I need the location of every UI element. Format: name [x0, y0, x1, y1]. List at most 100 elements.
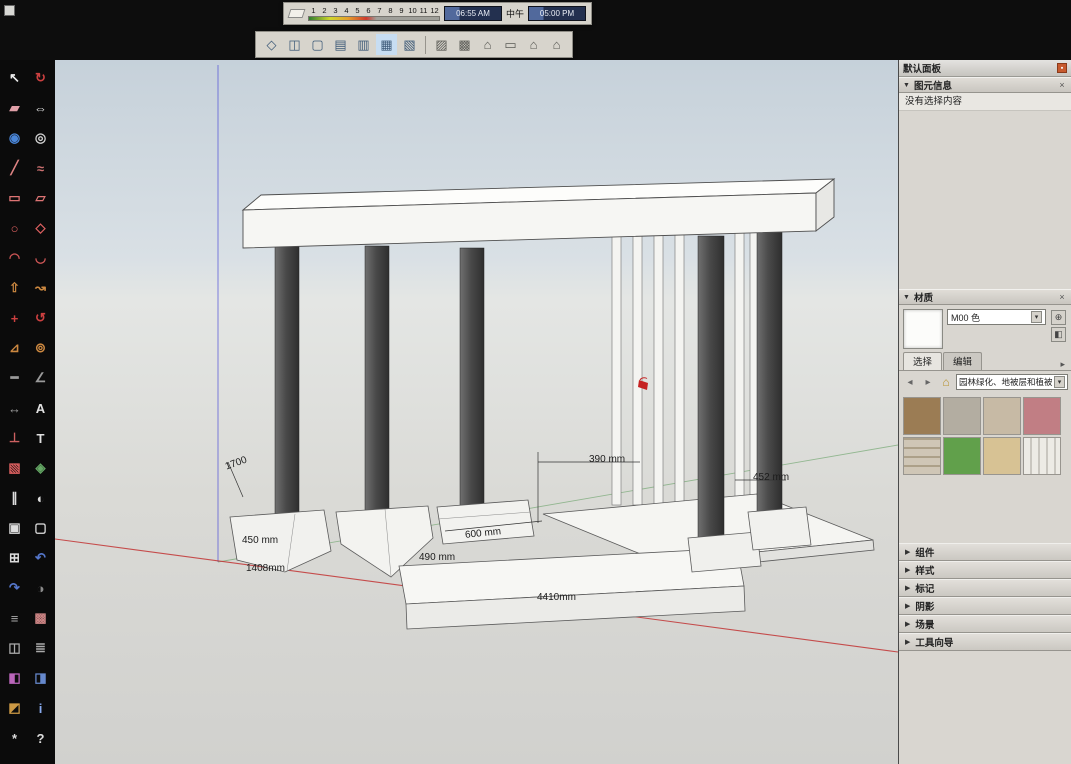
previous-view-tool[interactable]: ↶ [28, 543, 54, 573]
swatch-gravel-brown[interactable] [903, 397, 941, 435]
expand-arrow-icon: ▶ [905, 548, 910, 556]
section-plane-icon[interactable]: ▨ [431, 34, 452, 55]
swatch-fence-white[interactable] [1023, 437, 1061, 475]
text-tool[interactable]: A [28, 393, 54, 423]
protractor-tool[interactable]: ∠ [28, 363, 54, 393]
help-tool[interactable]: ? [28, 723, 54, 753]
dimension-tool[interactable]: ↔ [2, 393, 28, 423]
tab-select[interactable]: 选择 [903, 352, 942, 370]
zoom-extents-tool[interactable]: ▢ [28, 513, 54, 543]
components-panel-tool[interactable]: ◩ [2, 693, 28, 723]
close-icon[interactable]: × [1057, 80, 1067, 90]
next-view-tool[interactable]: ↷ [2, 573, 28, 603]
tray-section-header[interactable]: ▶ 工具向导 [899, 633, 1071, 651]
preferences-tool[interactable]: * [2, 723, 28, 753]
zoom-window-tool[interactable]: ⊞ [2, 543, 28, 573]
pie-tool[interactable]: ◡ [28, 243, 54, 273]
in-model-home-icon[interactable]: ⌂ [938, 374, 954, 390]
material-name-field[interactable]: M00 色 ▾ [947, 309, 1046, 325]
orbit-tool[interactable]: ↻ [28, 63, 54, 93]
tray-pin-button[interactable]: ▪ [1057, 63, 1067, 73]
front-view-icon[interactable]: ⌂ [523, 34, 544, 55]
xray-box-icon[interactable]: ◇ [261, 34, 282, 55]
polygon-tool[interactable]: ◇ [28, 213, 54, 243]
swatch-gravel-gray[interactable] [943, 397, 981, 435]
iso-view-icon[interactable]: ⌂ [477, 34, 498, 55]
circle-tool[interactable]: ○ [2, 213, 28, 243]
rotate-tool[interactable]: ↺ [28, 303, 54, 333]
back-view-icon[interactable]: ⌂ [546, 34, 567, 55]
time-end-slider[interactable]: 05:00 PM [528, 6, 586, 21]
swatch-stone-pink[interactable] [1023, 397, 1061, 435]
wireframe-box-icon[interactable]: ▢ [307, 34, 328, 55]
swatch-pebbles[interactable] [983, 397, 1021, 435]
expand-arrow-icon: ▶ [905, 602, 910, 610]
look-around-tool[interactable]: ◐ [28, 483, 54, 513]
fog-tool[interactable]: ≡ [2, 603, 28, 633]
layers-tool[interactable]: ≣ [28, 633, 54, 663]
eraser-tool[interactable]: ▰ [2, 93, 28, 123]
rotated-rectangle-tool[interactable]: ▱ [28, 183, 54, 213]
textured-box-icon[interactable]: ▦ [376, 34, 397, 55]
top-view-icon[interactable]: ▭ [500, 34, 521, 55]
walk-tool[interactable]: ∥ [2, 483, 28, 513]
pan-tool[interactable]: ⇔ [28, 93, 54, 123]
chevron-down-icon[interactable]: ▾ [1031, 311, 1042, 323]
tray-section-header[interactable]: ▶ 组件 [899, 543, 1071, 561]
eraser-icon[interactable] [288, 9, 306, 18]
time-start-slider[interactable]: 06:55 AM [444, 6, 502, 21]
scale-tool[interactable]: ⊿ [2, 333, 28, 363]
tape-measure-tool[interactable]: ━ [2, 363, 28, 393]
month-slider[interactable]: 123456789101112 [308, 5, 440, 22]
freehand-tool[interactable]: ≈ [28, 153, 54, 183]
add-location-tool[interactable]: ◈ [28, 453, 54, 483]
arc-tool[interactable]: ◠ [2, 243, 28, 273]
shaded-box-icon[interactable]: ▥ [353, 34, 374, 55]
tab-edit[interactable]: 编辑 [943, 352, 982, 370]
swatch-brick[interactable] [903, 437, 941, 475]
tray-section-header[interactable]: ▶ 阴影 [899, 597, 1071, 615]
swatch-sand[interactable] [983, 437, 1021, 475]
shadows-toggle-tool[interactable]: ◑ [28, 573, 54, 603]
line-tool[interactable]: ╱ [2, 153, 28, 183]
details-arrow-icon[interactable]: ▸ [1060, 359, 1067, 370]
model-info-tool[interactable]: i [28, 693, 54, 723]
material-category-dropdown[interactable]: 园林绿化、地被层和植被 ▾ [956, 374, 1068, 390]
select-tool[interactable]: ↖ [2, 63, 28, 93]
paint-bucket-tool[interactable]: ◉ [2, 123, 28, 153]
styles-panel-tool[interactable]: ◨ [28, 663, 54, 693]
section-plane-tool[interactable]: ▧ [2, 453, 28, 483]
tray-section-header[interactable]: ▶ 样式 [899, 561, 1071, 579]
follow-me-tool[interactable]: ↝ [28, 273, 54, 303]
entity-info-header[interactable]: ▼ 图元信息 × [899, 77, 1071, 93]
monochrome-box-icon[interactable]: ▧ [399, 34, 420, 55]
section-fill-tool[interactable]: ▩ [28, 603, 54, 633]
materials-header[interactable]: ▼ 材质 × [899, 289, 1071, 305]
position-camera-tool[interactable]: ▣ [2, 513, 28, 543]
forward-arrow-icon[interactable]: ▸ [920, 374, 936, 390]
3d-text-tool[interactable]: T [28, 423, 54, 453]
window-icon[interactable] [4, 5, 15, 16]
tray-section-header[interactable]: ▶ 标记 [899, 579, 1071, 597]
collapsed-sections: ▶ 组件 ▶ 样式 ▶ 标记 ▶ 阴影 [899, 543, 1071, 651]
chevron-down-icon[interactable]: ▾ [1054, 376, 1065, 388]
move-tool[interactable]: + [2, 303, 28, 333]
back-arrow-icon[interactable]: ◂ [902, 374, 918, 390]
section-fill-icon[interactable]: ▩ [454, 34, 475, 55]
close-icon[interactable]: × [1057, 292, 1067, 302]
xray-tool[interactable]: ◫ [2, 633, 28, 663]
create-material-button[interactable]: ⊕ [1051, 310, 1066, 325]
offset-tool[interactable]: ⊚ [28, 333, 54, 363]
month-number: 2 [319, 6, 330, 15]
rectangle-tool[interactable]: ▭ [2, 183, 28, 213]
zoom-tool[interactable]: ◎ [28, 123, 54, 153]
secondary-pane-button[interactable]: ◧ [1051, 327, 1066, 342]
hidden-line-box-icon[interactable]: ▤ [330, 34, 351, 55]
drawing-viewport[interactable]: 1700 450 mm 1408mm 600 mm 490 mm 4410mm … [55, 60, 898, 764]
swatch-grass-green[interactable] [943, 437, 981, 475]
back-edges-box-icon[interactable]: ◫ [284, 34, 305, 55]
axes-tool[interactable]: ⊥ [2, 423, 28, 453]
materials-panel-tool[interactable]: ◧ [2, 663, 28, 693]
push-pull-tool[interactable]: ⇧ [2, 273, 28, 303]
tray-section-header[interactable]: ▶ 场景 [899, 615, 1071, 633]
